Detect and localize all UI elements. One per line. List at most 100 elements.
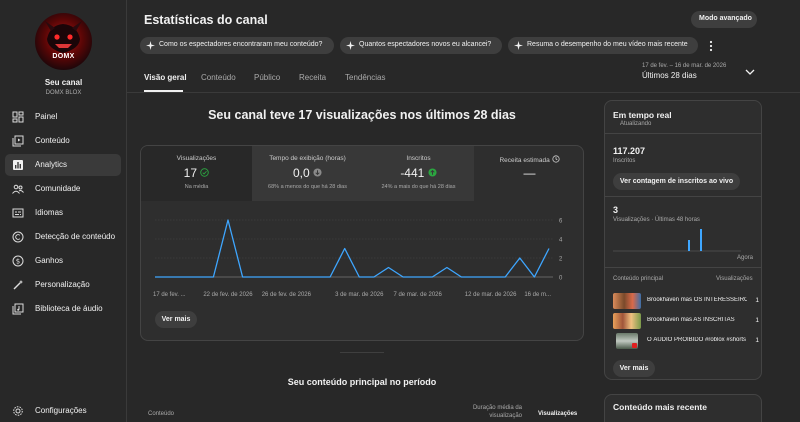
- analytics-icon: [13, 160, 23, 170]
- audio-library-icon: [12, 303, 24, 315]
- prompt-chip-recent-video[interactable]: Resuma o desempenho do meu vídeo mais re…: [508, 37, 698, 54]
- avatar-art: [45, 21, 82, 53]
- sidebar-item-label: Idiomas: [35, 208, 64, 217]
- col-head-views[interactable]: Visualizações: [538, 411, 577, 417]
- shorts-badge-icon: [632, 343, 637, 348]
- metric-sub: Na média: [184, 184, 209, 190]
- video-thumbnail: [613, 293, 641, 309]
- sidebar-item-biblioteca-audio[interactable]: Biblioteca de áudio: [5, 298, 121, 320]
- metric-watch-time[interactable]: Tempo de exibição (horas) 0,0 68% a meno…: [252, 146, 363, 201]
- earn-icon: $: [12, 255, 24, 267]
- chart-y-tick-label: 4: [559, 238, 563, 244]
- tab-tendencias[interactable]: Tendências: [345, 73, 385, 82]
- metric-revenue[interactable]: Receita estimada —: [474, 146, 583, 201]
- sidebar-item-configuracoes[interactable]: Configurações: [5, 400, 121, 422]
- video-title: Brookhaven mas AS INSCRITAS: [647, 317, 735, 323]
- panel-divider: [605, 196, 761, 197]
- see-more-button[interactable]: Ver mais: [155, 311, 197, 328]
- live-subscriber-count-button[interactable]: Ver contagem de inscritos ao vivo: [613, 173, 740, 190]
- chart-x-tick-label: 3 de mar. de 2026: [335, 292, 384, 298]
- more-options-icon[interactable]: [708, 40, 714, 52]
- copyright-icon: [12, 231, 24, 243]
- col-head-top-content: Conteúdo principal: [613, 276, 664, 282]
- metric-subscribers[interactable]: Inscritos -441 24% a mais do que há 28 d…: [363, 146, 474, 201]
- realtime-bar[interactable]: [688, 240, 690, 251]
- metric-value-text: -441: [400, 166, 425, 180]
- chevron-down-icon[interactable]: [745, 69, 755, 75]
- metric-sub: 24% a mais do que há 28 dias: [381, 184, 456, 190]
- chart-y-tick-label: 0: [559, 276, 563, 282]
- sidebar-item-label: Analytics: [35, 160, 68, 169]
- video-title: Brookhaven mas OS INTERESSEIROS: [647, 297, 747, 303]
- video-views: 1: [755, 297, 759, 304]
- chart-x-tick-label: 22 de fev. de 2026: [203, 292, 253, 298]
- chart-x-tick-label: 12 de mar. de 2026: [465, 292, 517, 298]
- chart-x-tick-label: 7 de mar. de 2026: [393, 292, 442, 298]
- sidebar-item-label: Configurações: [35, 406, 87, 415]
- panel-divider: [605, 133, 761, 134]
- sidebar-item-label: Conteúdo: [35, 136, 70, 145]
- sidebar-item-idiomas[interactable]: Idiomas: [5, 202, 121, 224]
- realtime-subscribers-value: 117.207: [613, 146, 646, 156]
- realtime-panel: Em tempo real Atualizando 117.207 Inscri…: [604, 100, 762, 380]
- sidebar-item-ganhos[interactable]: $ Ganhos: [5, 250, 121, 272]
- sparkle-icon: [146, 41, 155, 50]
- chart-x-tick-label: 26 de fev. de 2026: [262, 292, 312, 298]
- channel-avatar[interactable]: DOMX: [35, 13, 92, 70]
- metric-value: 0,0: [252, 166, 363, 180]
- date-range-label[interactable]: Últimos 28 dias: [642, 71, 697, 80]
- realtime-title: Em tempo real: [613, 110, 672, 120]
- realtime-views-bars[interactable]: [613, 226, 741, 253]
- prompt-chip-discovery[interactable]: Como os espectadores encontraram meu con…: [140, 37, 334, 54]
- metric-value: —: [523, 166, 536, 180]
- metric-value-text: 17: [183, 166, 197, 180]
- metric-label: Receita estimada: [474, 155, 583, 164]
- realtime-updating: Atualizando: [620, 121, 652, 127]
- realtime-see-more-button[interactable]: Ver mais: [613, 360, 655, 377]
- top-video-row[interactable]: Brookhaven mas OS INTERESSEIROS 1: [613, 293, 759, 309]
- metric-label-text: Receita estimada: [499, 157, 550, 164]
- metric-value: -441: [363, 166, 474, 180]
- clock-icon: [551, 155, 560, 163]
- sidebar-item-personalizacao[interactable]: Personalização: [5, 274, 121, 296]
- tabs-divider: [127, 92, 800, 93]
- realtime-bar[interactable]: [700, 229, 702, 251]
- sidebar-item-analytics[interactable]: Analytics: [5, 154, 121, 176]
- metric-sub: 68% a menos do que há 28 dias: [268, 184, 347, 190]
- top-video-row[interactable]: Brookhaven mas AS INSCRITAS 1: [613, 313, 759, 329]
- sparkle-icon: [346, 41, 355, 50]
- recent-content-title: Conteúdo mais recente: [613, 402, 707, 412]
- sidebar-item-label: Ganhos: [35, 256, 64, 265]
- prompt-chip-label: Quantos espectadores novos eu alcancei?: [359, 41, 492, 48]
- top-video-row[interactable]: O ÁUDIO PROIBIDO #roblox #shorts 1: [613, 333, 759, 349]
- metric-views[interactable]: Visualizações 17 Na média: [141, 146, 252, 201]
- views-line-chart[interactable]: 0 2 4 6 17 de fev. ... 22 de fev. de 2026 26 d…: [141, 201, 584, 301]
- tab-conteudo[interactable]: Conteúdo: [201, 73, 236, 82]
- advanced-mode-button[interactable]: Modo avançado: [691, 11, 757, 28]
- tab-receita[interactable]: Receita: [299, 73, 326, 82]
- recent-content-panel: Conteúdo mais recente: [604, 394, 762, 422]
- sidebar-item-painel[interactable]: Painel: [5, 106, 121, 128]
- prompt-chip-label: Como os espectadores encontraram meu con…: [159, 41, 323, 48]
- date-range-text[interactable]: 17 de fev. – 16 de mar. de 2026: [642, 63, 726, 69]
- sidebar-item-comunidade[interactable]: Comunidade: [5, 178, 121, 200]
- sidebar-item-conteudo[interactable]: Conteúdo: [5, 130, 121, 152]
- video-title: O ÁUDIO PROIBIDO #roblox #shorts: [647, 337, 747, 343]
- top-content-title: Seu conteúdo principal no período: [287, 377, 437, 387]
- video-views: 1: [755, 317, 759, 324]
- prompt-chip-new-viewers[interactable]: Quantos espectadores novos eu alcancei?: [340, 37, 502, 54]
- overview-card: Visualizações 17 Na média Tempo de exibi…: [140, 145, 584, 341]
- tab-visao-geral[interactable]: Visão geral: [144, 73, 187, 82]
- video-views: 1: [755, 337, 759, 344]
- sidebar-item-deteccao[interactable]: Detecção de conteúdo: [5, 226, 121, 248]
- panel-divider: [605, 267, 761, 268]
- tab-publico[interactable]: Público: [254, 73, 280, 82]
- subtitles-icon: [12, 208, 24, 218]
- sparkle-icon: [514, 41, 523, 50]
- arrow-down-circle-icon: [313, 168, 322, 177]
- community-icon: [12, 184, 24, 194]
- content-icon: [12, 135, 24, 147]
- chart-y-tick-label: 2: [559, 257, 563, 263]
- sidebar-item-label: Painel: [35, 112, 58, 121]
- svg-text:$: $: [16, 258, 20, 266]
